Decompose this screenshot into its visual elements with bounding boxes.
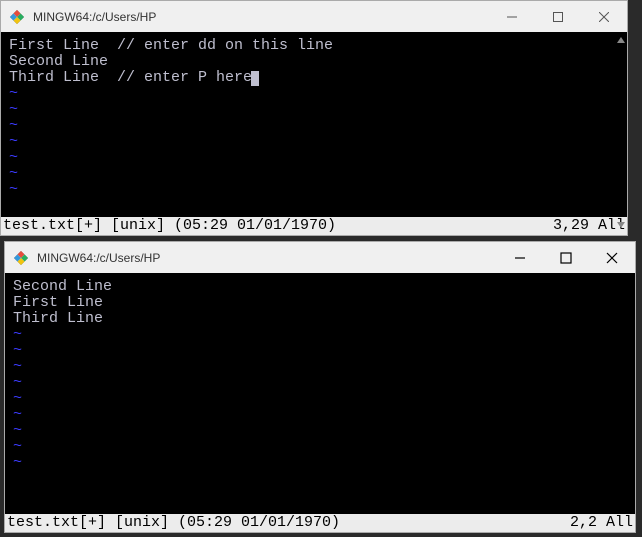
app-icon (13, 250, 29, 266)
window-title: MINGW64:/c/Users/HP (33, 10, 489, 24)
empty-line-tilde: ~ (5, 343, 635, 359)
cursor-icon (251, 71, 259, 86)
empty-line-tilde: ~ (1, 86, 627, 102)
close-button[interactable] (589, 242, 635, 273)
close-icon (606, 252, 618, 264)
empty-line-tilde: ~ (1, 182, 627, 198)
status-position: 2,2 All (570, 514, 633, 532)
titlebar[interactable]: MINGW64:/c/Users/HP (5, 242, 635, 273)
status-file: test.txt[+] [unix] (05:29 01/01/1970) (3, 217, 553, 235)
terminal-body[interactable]: First Line // enter dd on this lineSecon… (1, 32, 627, 235)
editor-line: Third Line (5, 311, 635, 327)
editor-line: Second Line (5, 273, 635, 295)
empty-line-tilde: ~ (5, 407, 635, 423)
status-file: test.txt[+] [unix] (05:29 01/01/1970) (7, 514, 570, 532)
maximize-icon (560, 252, 572, 264)
close-button[interactable] (581, 1, 627, 32)
maximize-icon (553, 12, 563, 22)
minimize-button[interactable] (489, 1, 535, 32)
scrollbar-down-icon[interactable] (613, 217, 629, 233)
editor-line: First Line (5, 295, 635, 311)
window-title: MINGW64:/c/Users/HP (37, 251, 497, 265)
terminal-window-2: MINGW64:/c/Users/HP Second LineFirst Lin… (4, 241, 636, 533)
terminal-window-1: MINGW64:/c/Users/HP First Line // enter … (0, 0, 628, 236)
editor-line: Third Line // enter P here (1, 70, 627, 86)
minimize-icon (514, 252, 526, 264)
titlebar[interactable]: MINGW64:/c/Users/HP (1, 1, 627, 32)
empty-line-tilde: ~ (1, 134, 627, 150)
maximize-button[interactable] (535, 1, 581, 32)
empty-line-tilde: ~ (5, 439, 635, 455)
empty-line-tilde: ~ (1, 118, 627, 134)
editor-line: First Line // enter dd on this line (1, 32, 627, 54)
terminal-body[interactable]: Second LineFirst LineThird Line~~~~~~~~~… (5, 273, 635, 532)
vim-status-bar: test.txt[+] [unix] (05:29 01/01/1970) 2,… (5, 514, 635, 532)
empty-line-tilde: ~ (5, 359, 635, 375)
scrollbar-up-icon[interactable] (613, 32, 629, 48)
maximize-button[interactable] (543, 242, 589, 273)
empty-line-tilde: ~ (5, 391, 635, 407)
empty-line-tilde: ~ (1, 166, 627, 182)
editor-line: Second Line (1, 54, 627, 70)
minimize-icon (507, 12, 517, 22)
empty-line-tilde: ~ (5, 375, 635, 391)
empty-line-tilde: ~ (5, 455, 635, 471)
app-icon (9, 9, 25, 25)
vim-status-bar: test.txt[+] [unix] (05:29 01/01/1970) 3,… (1, 217, 627, 235)
close-icon (599, 12, 609, 22)
empty-line-tilde: ~ (5, 327, 635, 343)
minimize-button[interactable] (497, 242, 543, 273)
empty-line-tilde: ~ (1, 102, 627, 118)
empty-line-tilde: ~ (5, 423, 635, 439)
empty-line-tilde: ~ (1, 150, 627, 166)
